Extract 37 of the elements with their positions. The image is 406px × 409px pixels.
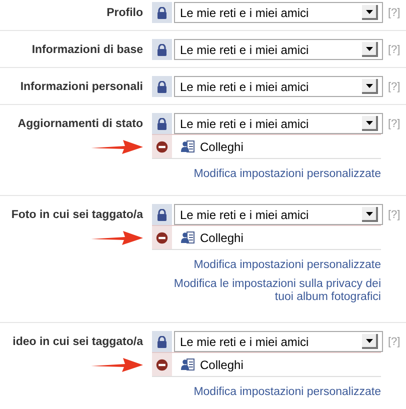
caret-icon <box>362 5 378 20</box>
friend-list-icon <box>181 140 195 153</box>
settings-link[interactable]: Modifica le impostazioni sulla privacy dei tuoi album fotografici <box>159 278 381 304</box>
privacy-dropdown[interactable]: Le mie reti e i miei amici <box>174 204 383 225</box>
setting-label: Informazioni personali <box>20 80 143 92</box>
friend-list-name: Colleghi <box>200 358 244 372</box>
block-icon <box>156 140 168 152</box>
settings-link[interactable]: Modifica impostazioni personalizzate <box>194 168 381 181</box>
caret-icon <box>362 334 378 349</box>
setting-label: Aggiornamenti di stato <box>18 118 143 130</box>
caret-icon <box>362 42 378 57</box>
privacy-dropdown[interactable]: Le mie reti e i miei amici <box>174 39 383 60</box>
settings-link[interactable]: Modifica impostazioni personalizzate <box>194 259 381 272</box>
setting-label: Profilo <box>106 6 143 18</box>
caret-icon <box>362 116 378 131</box>
caret-icon <box>362 207 378 222</box>
lock-icon <box>157 118 167 130</box>
lock-icon <box>157 80 167 92</box>
privacy-dropdown[interactable]: Le mie reti e i miei amici <box>174 113 383 134</box>
setting-label: ideo in cui sei taggato/a <box>12 336 143 348</box>
lock-icon <box>157 336 167 348</box>
block-icon <box>156 232 168 244</box>
privacy-dropdown[interactable]: Le mie reti e i miei amici <box>174 76 383 97</box>
settings-link[interactable]: Modifica impostazioni personalizzate <box>194 386 381 399</box>
block-icon <box>156 358 168 370</box>
friend-list-icon <box>181 231 195 244</box>
friend-list-icon <box>181 358 195 371</box>
privacy-dropdown[interactable]: Le mie reti e i miei amici <box>174 2 383 23</box>
lock-icon <box>157 6 167 18</box>
setting-label: Foto in cui sei taggato/a <box>11 208 143 220</box>
caret-icon <box>362 79 378 94</box>
lock-icon <box>157 44 167 56</box>
friend-list-name: Colleghi <box>200 230 244 244</box>
friend-list-name: Colleghi <box>200 140 244 154</box>
privacy-dropdown[interactable]: Le mie reti e i miei amici <box>174 331 383 352</box>
lock-icon <box>157 208 167 220</box>
setting-label: Informazioni di base <box>32 44 143 56</box>
